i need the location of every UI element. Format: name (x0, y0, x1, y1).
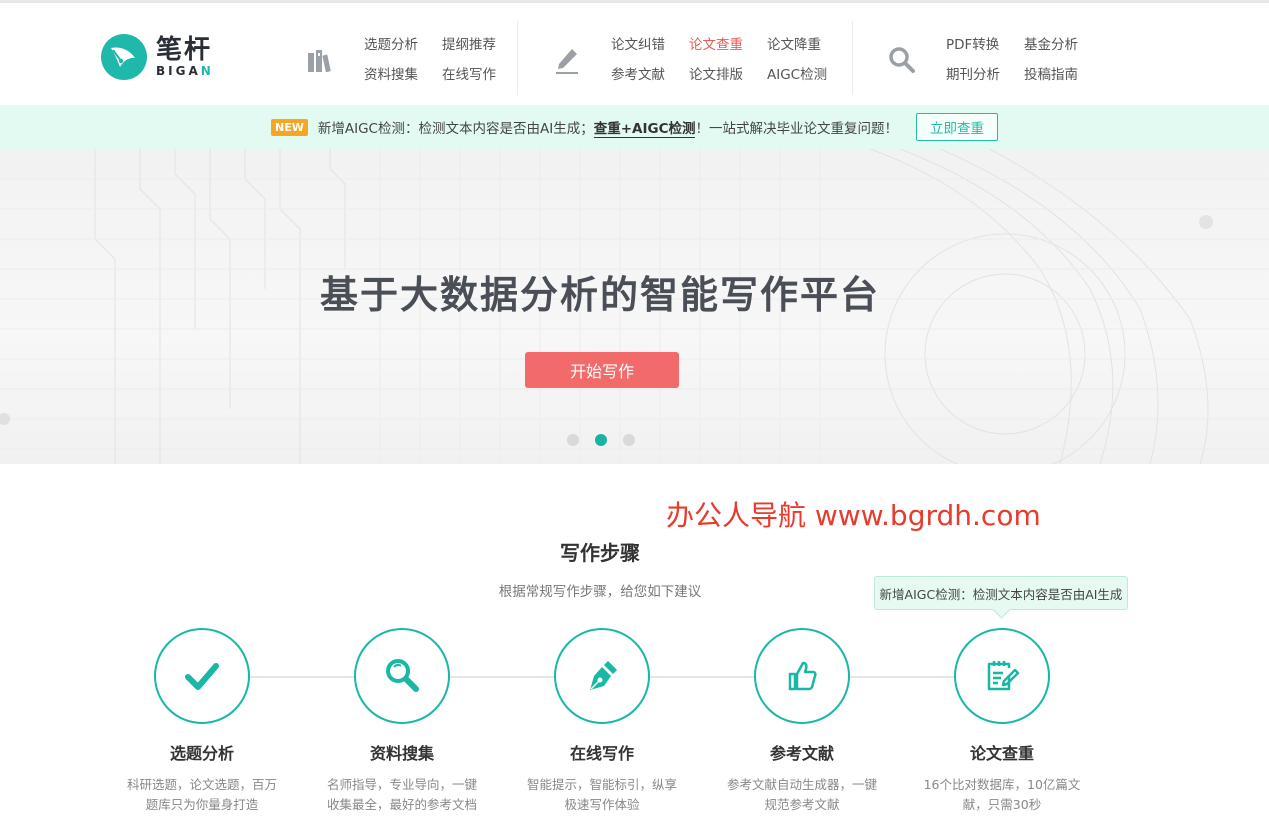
nav-paper-correction[interactable]: 论文纠错 (611, 36, 665, 54)
logo-chinese-name: 笔杆 (156, 35, 213, 65)
nav-topic-analysis[interactable]: 选题分析 (364, 36, 418, 54)
check-now-button[interactable]: 立即查重 (915, 113, 998, 141)
nav-material-search[interactable]: 资料搜集 (364, 66, 418, 84)
section-title: 写作步骤 (560, 541, 640, 565)
step-online-writing: 在线写作 智能提示，智能标引，纵享极速写作体验 (502, 628, 702, 815)
nav-journal-analysis[interactable]: 期刊分析 (946, 66, 1000, 84)
nav-paper-layout[interactable]: 论文排版 (689, 66, 743, 84)
nav-group-research: 选题分析 提纲推荐 资料搜集 在线写作 (300, 27, 496, 93)
step-circle[interactable] (554, 628, 650, 724)
step-references: 参考文献 参考文献自动生成器，一键规范参考文献 (702, 628, 902, 815)
step-circle[interactable] (154, 628, 250, 724)
step-title: 资料搜集 (369, 744, 434, 763)
thumbs-up-icon (788, 661, 817, 691)
nav-fund-analysis[interactable]: 基金分析 (1024, 36, 1078, 54)
nav-submission-guide[interactable]: 投稿指南 (1024, 66, 1078, 84)
magnifier-icon (386, 659, 419, 692)
step-title: 参考文献 (769, 744, 834, 763)
nav-pdf-convert[interactable]: PDF转换 (946, 36, 1000, 54)
carousel-dot-active[interactable] (595, 434, 607, 446)
step-description: 参考文献自动生成器，一键规范参考文献 (726, 777, 877, 812)
nav-references[interactable]: 参考文献 (611, 66, 665, 84)
hero-banner: 基于大数据分析的智能写作平台 开始写作 (0, 149, 1269, 464)
nav-outline-recommend[interactable]: 提纲推荐 (442, 36, 496, 54)
nav-plagiarism-reduce[interactable]: 论文降重 (767, 36, 827, 54)
search-icon (882, 40, 922, 80)
carousel-dot[interactable] (623, 434, 635, 446)
step-material-search: 资料搜集 名师指导，专业导向，一键收集最全，最好的参考文档 (302, 628, 502, 815)
step-circle[interactable] (354, 628, 450, 724)
step-title: 在线写作 (569, 744, 634, 763)
fountain-pen-icon (590, 661, 617, 690)
hero-title: 基于大数据分析的智能写作平台 (319, 273, 880, 317)
logo-english-name: BIGAN (156, 64, 214, 78)
nav-plagiarism-check[interactable]: 论文查重 (689, 36, 743, 54)
books-icon (300, 40, 340, 80)
nav-divider (852, 21, 853, 95)
step-topic-analysis: 选题分析 科研选题，论文选题，百万题库只为你量身打造 (102, 628, 302, 815)
carousel-dot[interactable] (567, 434, 579, 446)
checkmark-icon (185, 663, 219, 690)
start-writing-button[interactable]: 开始写作 (525, 352, 679, 388)
edit-document-icon (987, 661, 1020, 691)
pencil-icon (547, 40, 587, 80)
step-description: 智能提示，智能标引，纵享极速写作体验 (526, 777, 677, 812)
step-circle[interactable] (954, 628, 1050, 724)
site-header: 笔杆 BIGAN 选题分析 提纲推荐 资料搜集 在线写作 论文纠错 论文查重 论… (0, 0, 1269, 105)
nav-group-tools: PDF转换 基金分析 期刊分析 投稿指南 (882, 27, 1078, 93)
pen-nib-logo-icon (101, 34, 147, 80)
step-description: 16个比对数据库，10亿篇文献，只需30秒 (923, 777, 1081, 812)
nav-online-writing[interactable]: 在线写作 (442, 66, 496, 84)
announcement-text-end: ！一站式解决毕业论文重复问题！ (695, 121, 898, 137)
nav-aigc-detection[interactable]: AIGC检测 (767, 66, 827, 84)
step-description: 名师指导，专业导向，一键收集最全，最好的参考文档 (326, 777, 477, 812)
announcement-link[interactable]: 查重+AIGC检测 (593, 117, 696, 138)
announcement-bar: NEW 新增AIGC检测：检测文本内容是否由AI生成； 查重+AIGC检测 ！一… (0, 105, 1269, 149)
nav-group-paper: 论文纠错 论文查重 论文降重 参考文献 论文排版 AIGC检测 (547, 27, 827, 93)
aigc-tooltip: 新增AIGC检测：检测文本内容是否由AI生成 (874, 576, 1128, 610)
step-description: 科研选题，论文选题，百万题库只为你量身打造 (126, 777, 277, 812)
watermark-text: 办公人导航 www.bgrdh.com (666, 499, 1041, 532)
step-plagiarism-check: 论文查重 16个比对数据库，10亿篇文献，只需30秒 (902, 628, 1102, 815)
nav-divider (517, 21, 518, 95)
new-badge: NEW (271, 118, 308, 136)
step-title: 论文查重 (969, 744, 1034, 763)
carousel-dots (567, 434, 651, 446)
step-title: 选题分析 (169, 744, 234, 763)
site-logo[interactable]: 笔杆 BIGAN (100, 33, 214, 81)
announcement-text: 新增AIGC检测：检测文本内容是否由AI生成； (317, 121, 594, 137)
step-circle[interactable] (754, 628, 850, 724)
